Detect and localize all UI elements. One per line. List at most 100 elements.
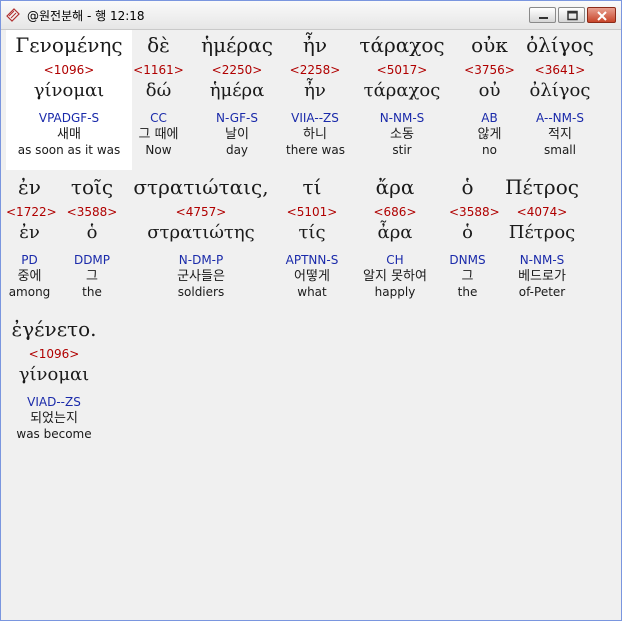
korean-gloss: 새매: [57, 127, 81, 142]
minimize-button[interactable]: [529, 7, 556, 23]
close-button[interactable]: [587, 7, 616, 23]
greek-word: οὐκ: [471, 33, 508, 57]
greek-word: τί: [302, 175, 322, 199]
korean-gloss: 베드로가: [518, 269, 566, 284]
word-cell[interactable]: ἦν <2258> ἦν VIIA--ZS 하니 there was: [286, 30, 345, 168]
morphology-code: AB: [481, 111, 498, 125]
korean-gloss: 군사들은: [177, 269, 225, 284]
maximize-icon: [567, 10, 578, 21]
korean-gloss: 소동: [390, 127, 414, 142]
lemma-word: οὐ: [478, 80, 501, 101]
morphology-code: A--NM-S: [536, 111, 584, 125]
strong-number: <1096>: [43, 63, 95, 77]
korean-gloss: 되었는지: [30, 411, 78, 426]
english-gloss: happly: [374, 285, 416, 299]
minimize-icon: [539, 17, 548, 19]
greek-word: τάραχος: [359, 33, 445, 57]
lemma-word: γίνομαι: [18, 364, 90, 385]
korean-gloss: 않게: [477, 127, 502, 142]
greek-word: ἐν: [18, 175, 41, 199]
word-cell[interactable]: ὀλίγος <3641> ὀλίγος A--NM-S 적지 small: [521, 30, 599, 168]
morphology-code: VIAD--ZS: [27, 395, 81, 409]
morphology-code: DDMP: [73, 253, 111, 267]
strong-number: <686>: [373, 205, 417, 219]
korean-gloss: 그 때에: [138, 127, 179, 142]
window-title: @원전분해 - 행 12:18: [27, 9, 145, 23]
english-gloss: day: [225, 143, 249, 157]
korean-gloss: 중에: [17, 269, 42, 284]
strong-number: <3641>: [534, 63, 586, 77]
app-window: @원전분해 - 행 12:18 Γενομένης <1096> γίνομαι VP…: [0, 0, 622, 621]
lemma-word: τάραχος: [363, 80, 441, 101]
lemma-word: γίνομαι: [33, 80, 105, 101]
english-gloss: stir: [392, 143, 412, 157]
morphology-code: APTNN-S: [285, 253, 339, 267]
strong-number: <1722>: [6, 205, 57, 219]
english-gloss: was become: [16, 427, 92, 441]
word-cell[interactable]: δὲ <1161> δώ CC 그 때에 Now: [132, 30, 185, 168]
morphology-code: CC: [150, 111, 167, 125]
korean-gloss: 알지 못하여: [363, 269, 427, 284]
word-cell[interactable]: ὁ <3588> ὁ DNMS 그 the: [449, 172, 500, 310]
strong-number: <2250>: [211, 63, 263, 77]
word-cell[interactable]: ἡμέρας <2250> ἡμέρα N-GF-S 날이 day: [196, 30, 278, 168]
lemma-word: ἦν: [304, 80, 326, 101]
greek-word: τοῖς: [70, 175, 114, 199]
morphology-code: N-NM-S: [379, 111, 425, 125]
english-gloss: of-Peter: [518, 285, 566, 299]
morphology-code: DNMS: [449, 253, 486, 267]
word-cell[interactable]: ἐν <1722> ἐν PD 중에 among: [6, 172, 57, 310]
korean-gloss: 그: [461, 269, 474, 284]
word-cell[interactable]: τοῖς <3588> ὁ DDMP 그 the: [61, 172, 123, 310]
morphology-code: N-GF-S: [216, 111, 258, 125]
strong-number: <4074>: [516, 205, 568, 219]
strong-number: <2258>: [289, 63, 341, 77]
korean-gloss: 적지: [548, 127, 572, 142]
word-cell[interactable]: Γενομένης <1096> γίνομαι VPADGF-S 새매 as soon …: [6, 30, 132, 170]
maximize-button[interactable]: [558, 7, 585, 23]
english-gloss: as soon as it was: [17, 143, 121, 157]
strong-number: <3588>: [66, 205, 118, 219]
word-cell[interactable]: τί <5101> τίς APTNN-S 어떻게 what: [281, 172, 343, 310]
strong-number: <1096>: [28, 347, 80, 361]
english-gloss: small: [544, 143, 576, 157]
strong-number: <5101>: [286, 205, 338, 219]
word-cell[interactable]: ἄρα <686> ἆρα CH 알지 못하여 happly: [349, 172, 441, 310]
lemma-word: ἆρα: [377, 222, 413, 243]
lemma-word: στρατιώτης: [147, 222, 255, 243]
english-gloss: Now: [145, 143, 172, 157]
strong-number: <1161>: [133, 63, 184, 77]
korean-gloss: 하니: [303, 127, 327, 142]
word-cell[interactable]: στρατιώταις, <4757> στρατιώτης N-DM-P 군사들은 so…: [128, 172, 274, 310]
app-icon[interactable]: [5, 7, 21, 23]
word-cell[interactable]: ἐγένετο. <1096> γίνομαι VIAD--ZS 되었는지 was bec…: [6, 314, 102, 452]
word-cell[interactable]: οὐκ <3756> οὐ AB 않게 no: [461, 30, 518, 168]
english-gloss: what: [297, 285, 327, 299]
greek-word: ὁ: [461, 175, 474, 199]
greek-word: ἡμέρας: [201, 33, 273, 57]
english-gloss: no: [482, 143, 497, 157]
greek-word: ἐγένετο.: [11, 317, 97, 341]
lemma-word: ἡμέρα: [209, 80, 265, 101]
greek-word: ὀλίγος: [526, 33, 594, 57]
greek-word: Πέτρος: [505, 175, 579, 199]
word-cell[interactable]: Πέτρος <4074> Πέτρος N-NM-S 베드로가 of-Peter: [498, 172, 586, 310]
greek-word: Γενομένης: [15, 33, 123, 57]
korean-gloss: 날이: [225, 127, 249, 142]
interlinear-panel: Γενομένης <1096> γίνομαι VPADGF-S 새매 as soon …: [6, 30, 616, 615]
english-gloss: there was: [286, 143, 345, 157]
korean-gloss: 그: [86, 269, 98, 284]
title-bar[interactable]: @원전분해 - 행 12:18: [1, 1, 621, 30]
strong-number: <3756>: [464, 63, 515, 77]
greek-word: ἦν: [302, 33, 328, 57]
morphology-code: PD: [21, 253, 38, 267]
morphology-code: VIIA--ZS: [291, 111, 339, 125]
morphology-code: N-DM-P: [178, 253, 224, 267]
strong-number: <5017>: [376, 63, 428, 77]
word-cell[interactable]: τάραχος <5017> τάραχος N-NM-S 소동 stir: [352, 30, 452, 168]
morphology-code: N-NM-S: [519, 253, 565, 267]
greek-word: ἄρα: [375, 175, 415, 199]
lemma-word: ὁ: [86, 222, 98, 243]
strong-number: <3588>: [449, 205, 500, 219]
morphology-code: VPADGF-S: [38, 111, 100, 125]
